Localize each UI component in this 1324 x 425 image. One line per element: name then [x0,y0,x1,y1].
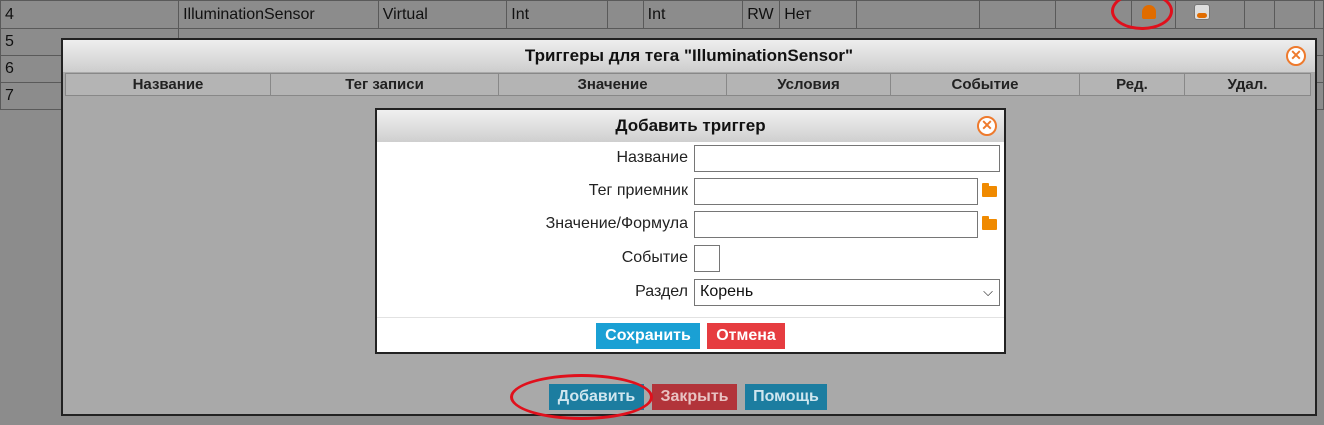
empty-cell [606,0,644,29]
form-row-section: Раздел Корень ⌵ [377,279,1004,307]
row-number: 4 [0,0,180,29]
section-selected-value: Корень [700,283,754,300]
form-row-target-tag: Тег приемник [377,178,1004,206]
value-formula-input[interactable] [694,211,978,238]
column-header: Удал. [1184,73,1311,96]
column-header: Ред. [1079,73,1185,96]
help-button[interactable]: Помощь [745,384,827,410]
event-label: Событие [621,249,688,266]
column-header: Значение [498,73,727,96]
close-button[interactable]: Закрыть [652,384,737,410]
name-input[interactable] [694,145,1000,172]
triggers-cell[interactable] [1175,0,1246,29]
target-tag-label: Тег приемник [588,182,688,199]
empty-cell [979,0,1056,29]
alarm-cell[interactable] [1130,0,1177,29]
empty-cell [1314,0,1324,29]
bell-icon[interactable] [1141,5,1156,19]
table-row[interactable]: 4 IlluminationSensor Virtual Int Int RW … [0,0,1324,29]
chevron-down-icon: ⌵ [983,284,993,299]
column-header: Название [65,73,271,96]
close-icon[interactable]: ✕ [1286,46,1306,66]
empty-cell [855,0,981,29]
event-input[interactable] [694,245,720,272]
tag-kind: Virtual [377,0,508,29]
empty-cell [1274,0,1315,29]
value-formula-label: Значение/Формула [545,215,688,232]
tag-type-2: Int [642,0,744,29]
folder-icon[interactable] [982,216,997,230]
section-select[interactable]: Корень ⌵ [694,279,1000,306]
dialog-title: Триггеры для тега "IlluminationSensor" [524,46,854,65]
dialog-title: Добавить триггер [615,116,766,135]
empty-cell [1054,0,1132,29]
column-header: Условия [726,73,891,96]
tag-access: RW [742,0,781,29]
tag-flag: Нет [779,0,857,29]
dialog-title-bar[interactable]: Добавить триггер ✕ [377,110,1004,142]
triggers-icon[interactable] [1194,4,1211,20]
name-label: Название [616,149,689,166]
section-label: Раздел [635,283,688,300]
add-button[interactable]: Добавить [549,384,644,410]
form-row-name: Название [377,145,1004,173]
form-row-event: Событие [377,245,1004,273]
dialog-footer: Сохранить Отмена [377,317,1004,352]
close-icon[interactable]: ✕ [977,116,997,136]
target-tag-input[interactable] [694,178,978,205]
tag-type: Int [506,0,608,29]
form-row-value-formula: Значение/Формула [377,211,1004,239]
triggers-table-header: Название Тег записи Значение Условия Соб… [65,73,1311,96]
column-header: Тег записи [270,73,499,96]
column-header: Событие [890,73,1080,96]
save-button[interactable]: Сохранить [596,323,700,349]
folder-icon[interactable] [982,183,997,197]
add-trigger-dialog: Добавить триггер ✕ Название Тег приемник… [375,108,1006,354]
dialog-title-bar[interactable]: Триггеры для тега "IlluminationSensor" ✕ [63,40,1315,72]
empty-cell [1244,0,1276,29]
cancel-button[interactable]: Отмена [707,323,785,349]
tag-name: IlluminationSensor [178,0,379,29]
